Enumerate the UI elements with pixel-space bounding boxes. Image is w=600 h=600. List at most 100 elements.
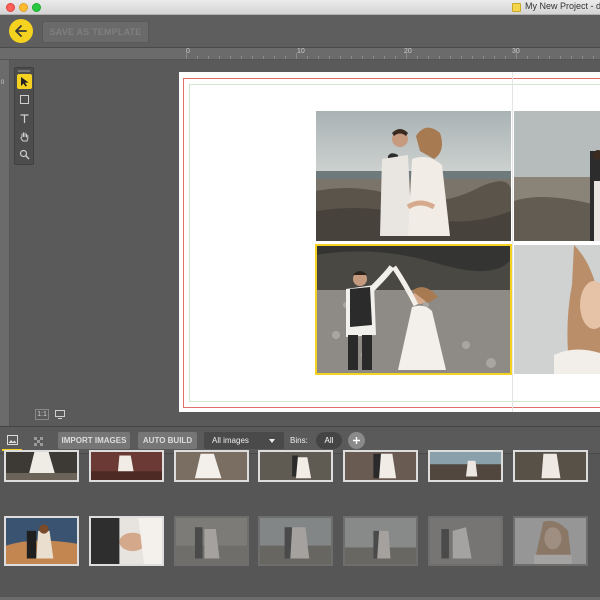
thumbnail[interactable] [174, 450, 249, 482]
ruler-tick [274, 56, 275, 59]
auto-build-button[interactable]: AUTO BUILD [138, 432, 197, 449]
window-title: My New Project - de [525, 1, 600, 11]
ruler-tick [593, 56, 594, 59]
ruler-tick [494, 56, 495, 59]
monitor-icon [55, 410, 65, 419]
frame-tool-button[interactable] [17, 92, 32, 107]
pointer-icon [21, 77, 29, 87]
images-tab[interactable] [2, 431, 22, 451]
spread-gutter [512, 72, 513, 412]
selected-photo-frame[interactable] [315, 244, 512, 375]
thumbnail[interactable] [428, 450, 503, 482]
thumbnail-image [515, 452, 586, 480]
thumbnail-image [6, 452, 77, 480]
ruler-tick [428, 56, 429, 59]
thumbnail-used[interactable] [174, 516, 249, 566]
ruler-tick [373, 56, 374, 59]
backgrounds-tab[interactable] [28, 431, 48, 451]
zoom-tool-button[interactable] [17, 147, 32, 162]
app-window: My New Project - de SAVE AS TEMPLATE 0 1… [0, 0, 600, 600]
ruler-tick [439, 56, 440, 59]
couple-walking-photo [514, 111, 600, 241]
photo-frame[interactable] [316, 111, 511, 241]
ruler-tick [582, 56, 583, 59]
ruler-tick [230, 56, 231, 59]
thumbnail-image [430, 518, 501, 564]
text-tool-button[interactable] [17, 111, 32, 126]
thumbnail[interactable] [4, 516, 79, 566]
photo-frame[interactable] [514, 245, 600, 374]
ruler-tick [395, 56, 396, 59]
actual-size-button[interactable]: 1:1 [35, 409, 49, 420]
thumbnail[interactable] [513, 450, 588, 482]
image-icon [6, 435, 18, 445]
ruler-tick [351, 56, 352, 59]
ruler-tick [516, 53, 517, 59]
magnifier-icon [19, 149, 30, 160]
thumbnail-image [91, 452, 162, 480]
import-images-button[interactable]: IMPORT IMAGES [58, 432, 130, 449]
thumbnail-used[interactable] [513, 516, 588, 566]
ruler-tick [208, 56, 209, 59]
chevron-down-icon [269, 439, 275, 443]
ruler-tick [384, 56, 385, 59]
image-filter-select[interactable]: All images [204, 432, 284, 449]
back-button[interactable] [9, 19, 33, 43]
thumbnail-image [260, 518, 331, 564]
thumbnail-used[interactable] [258, 516, 333, 566]
ruler-tick [538, 56, 539, 59]
ruler-tick [505, 56, 506, 59]
hand-tool-button[interactable] [17, 129, 32, 144]
ruler-tick [329, 56, 330, 59]
ruler-horizontal: 0 10 20 30 [0, 48, 600, 60]
select-tool-button[interactable] [17, 74, 32, 89]
image-tray[interactable] [0, 450, 600, 600]
image-filter-value: All images [212, 436, 249, 445]
ruler-tick [263, 56, 264, 59]
ruler-tick [571, 56, 572, 59]
ruler-tick [461, 56, 462, 59]
ruler-tick [450, 56, 451, 59]
thumbnail-image [260, 452, 331, 480]
window-maximize-button[interactable] [32, 3, 41, 12]
window-close-button[interactable] [6, 3, 15, 12]
document-icon [512, 3, 521, 12]
plus-icon [353, 437, 360, 444]
bin-all-chip[interactable]: All [316, 432, 342, 449]
ruler-tick [340, 56, 341, 59]
hand-icon [20, 132, 29, 142]
ruler-tick [362, 56, 363, 59]
thumbnail-image [515, 518, 586, 564]
window-minimize-button[interactable] [19, 3, 28, 12]
ruler-tick [560, 56, 561, 59]
ruler-tick-label: 0 [1, 80, 5, 86]
add-bin-button[interactable] [348, 432, 365, 449]
top-toolbar: SAVE AS TEMPLATE [0, 15, 600, 48]
pattern-icon [33, 436, 43, 446]
title-bar: My New Project - de [0, 0, 600, 15]
couple-beach-photo [316, 111, 511, 241]
thumbnail-used[interactable] [343, 516, 418, 566]
thumbnail[interactable] [89, 450, 164, 482]
thumbnail-image [91, 518, 162, 564]
palette-grip[interactable] [18, 70, 30, 72]
thumbnail[interactable] [258, 450, 333, 482]
thumbnail[interactable] [4, 450, 79, 482]
text-icon [20, 114, 29, 123]
ruler-tick [241, 56, 242, 59]
thumbnail-image [345, 452, 416, 480]
thumbnail[interactable] [343, 450, 418, 482]
thumbnail-image [176, 452, 247, 480]
tools-palette [14, 67, 34, 165]
thumbnail[interactable] [89, 516, 164, 566]
bins-label: Bins: [290, 436, 308, 445]
ruler-tick [307, 56, 308, 59]
ruler-vertical: 0 [0, 60, 10, 426]
photo-frame[interactable] [514, 111, 600, 241]
ruler-tick [406, 53, 407, 59]
thumbnail-used[interactable] [428, 516, 503, 566]
save-as-template-button[interactable]: SAVE AS TEMPLATE [42, 21, 149, 43]
ruler-tick [318, 56, 319, 59]
ruler-tick-label: 10 [297, 48, 305, 55]
fit-to-screen-button[interactable] [54, 409, 66, 420]
